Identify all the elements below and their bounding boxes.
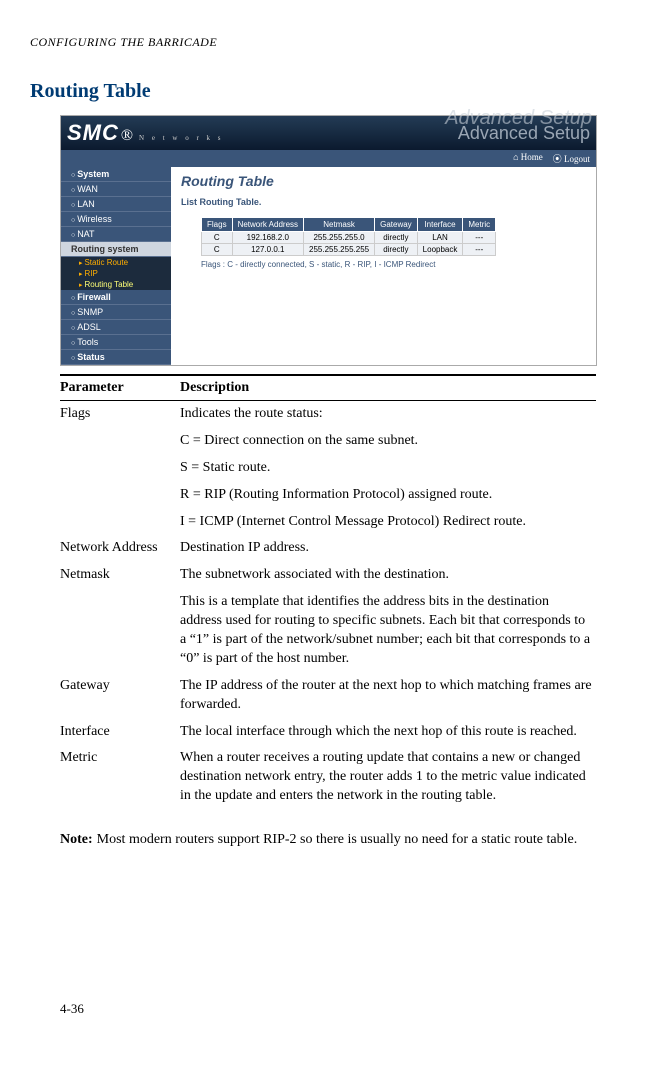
th-flags: Flags: [202, 218, 233, 232]
sidebar-item-snmp[interactable]: SNMP: [61, 305, 171, 320]
routing-table: Flags Network Address Netmask Gateway In…: [201, 217, 496, 256]
logo-subtitle: N e t w o r k s: [139, 134, 223, 142]
params-header-param: Parameter: [60, 375, 180, 401]
th-interface: Interface: [417, 218, 463, 232]
sidebar-item-system[interactable]: System: [61, 167, 171, 182]
sidebar-sub-table[interactable]: Routing Table: [61, 279, 171, 290]
th-metric: Metric: [463, 218, 496, 232]
table-row: C 127.0.0.1 255.255.255.255 directly Loo…: [202, 244, 496, 256]
param-desc: S = Static route.: [180, 455, 596, 482]
sidebar-sub-static[interactable]: Static Route: [61, 257, 171, 268]
note-label: Note:: [60, 830, 93, 850]
th-gateway: Gateway: [375, 218, 418, 232]
logout-icon: ⦿: [553, 154, 564, 164]
sidebar-item-tools[interactable]: Tools: [61, 335, 171, 350]
param-label-interface: Interface: [60, 719, 180, 746]
home-icon: ⌂: [513, 152, 521, 162]
note-text: Most modern routers support RIP-2 so the…: [97, 830, 578, 850]
param-desc: C = Direct connection on the same subnet…: [180, 428, 596, 455]
running-header: CONFIGURING THE BARRICADE: [30, 35, 626, 50]
th-netmask: Netmask: [304, 218, 375, 232]
sidebar-item-routing[interactable]: Routing system: [61, 242, 171, 257]
logo-brand: SMC: [67, 120, 119, 146]
param-desc: The IP address of the router at the next…: [180, 673, 596, 719]
note-block: Note: Most modern routers support RIP-2 …: [60, 830, 596, 850]
content-pane: Routing Table List Routing Table. Flags …: [171, 167, 596, 365]
params-header-desc: Description: [180, 375, 596, 401]
sidebar-item-firewall[interactable]: Firewall: [61, 290, 171, 305]
table-row: C 192.168.2.0 255.255.255.0 directly LAN…: [202, 232, 496, 244]
param-desc: I = ICMP (Internet Control Message Proto…: [180, 509, 596, 536]
param-label-flags: Flags: [60, 401, 180, 428]
router-screenshot: SMC® N e t w o r k s Advanced Setup Adva…: [60, 115, 597, 366]
sidebar-item-status[interactable]: Status: [61, 350, 171, 365]
sidebar: System WAN LAN Wireless NAT Routing syst…: [61, 167, 171, 365]
content-title: Routing Table: [181, 173, 586, 189]
sidebar-sub-rip[interactable]: RIP: [61, 268, 171, 279]
param-desc: The subnetwork associated with the desti…: [180, 562, 596, 589]
logo-reg: ®: [121, 127, 133, 145]
sidebar-item-adsl[interactable]: ADSL: [61, 320, 171, 335]
param-label-gateway: Gateway: [60, 673, 180, 719]
param-desc: The local interface through which the ne…: [180, 719, 596, 746]
param-desc: R = RIP (Routing Information Protocol) a…: [180, 482, 596, 509]
page-number: 4-36: [60, 1001, 84, 1017]
title-ghost: Advanced Setup: [445, 107, 592, 130]
logout-link[interactable]: ⦿ Logout: [553, 152, 590, 165]
home-link[interactable]: ⌂ Home: [513, 152, 543, 165]
param-desc: When a router receives a routing update …: [180, 745, 596, 810]
sidebar-item-wan[interactable]: WAN: [61, 182, 171, 197]
sidebar-item-nat[interactable]: NAT: [61, 227, 171, 242]
content-subtitle: List Routing Table.: [181, 197, 586, 207]
param-label-network: Network Address: [60, 535, 180, 562]
param-desc: Indicates the route status:: [180, 401, 596, 428]
th-network: Network Address: [232, 218, 303, 232]
param-desc: This is a template that identifies the a…: [180, 589, 596, 673]
section-title: Routing Table: [30, 80, 626, 103]
parameter-table: Parameter Description FlagsIndicates the…: [60, 374, 596, 810]
param-label-netmask: Netmask: [60, 562, 180, 589]
logo: SMC® N e t w o r k s: [67, 120, 224, 146]
sidebar-item-lan[interactable]: LAN: [61, 197, 171, 212]
sidebar-item-wireless[interactable]: Wireless: [61, 212, 171, 227]
param-label-metric: Metric: [60, 745, 180, 810]
flags-legend: Flags : C - directly connected, S - stat…: [201, 260, 586, 269]
param-desc: Destination IP address.: [180, 535, 596, 562]
